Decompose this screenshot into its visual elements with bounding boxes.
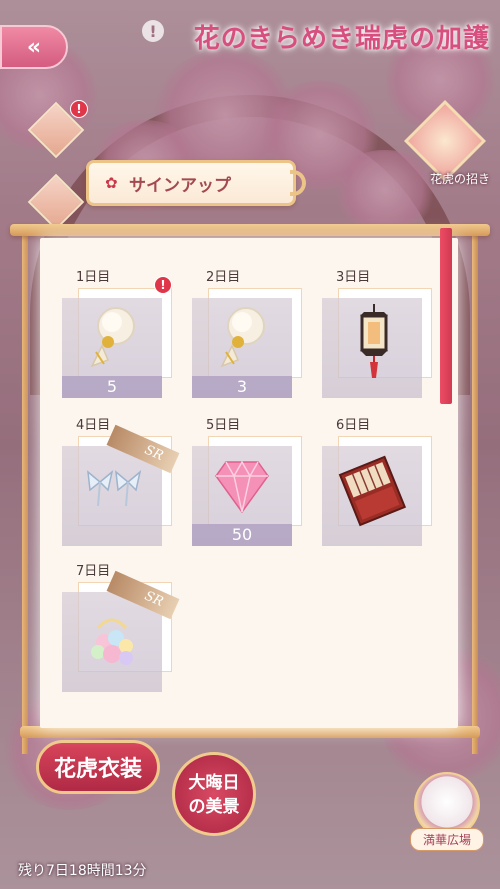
day-label: 5日目 (206, 418, 241, 433)
side-alert-icon: ! (70, 100, 88, 118)
frame-border (22, 234, 28, 754)
back-button[interactable]: « (0, 25, 68, 69)
event-title: 花のきらめき瑞虎の加護 (193, 24, 490, 54)
signin-panel: 1日目 5 ! 2日目 3 3日目 4日目 SR 5日目 50 6日目 7日目 … (40, 238, 458, 728)
reward-count: 3 (192, 376, 292, 398)
frame-border (10, 224, 490, 236)
claim-alert-icon: ! (154, 276, 172, 294)
reward-card-day4[interactable]: SR (62, 424, 180, 546)
day-label: 7日目 (76, 564, 111, 579)
new-year-label-line2: の美景 (188, 797, 240, 817)
signin-title: サインアップ (129, 175, 231, 196)
butterfly-earrings-icon (87, 470, 142, 507)
reward-card-day5[interactable]: 50 (192, 436, 302, 546)
new-year-label-line1: 大晦日 (188, 773, 240, 793)
reward-card-day1[interactable]: 5 ! (62, 276, 172, 398)
day-label: 4日目 (76, 418, 111, 433)
reward-card-day6[interactable] (322, 436, 432, 546)
scrollbar[interactable] (440, 228, 452, 404)
tiger-costume-button[interactable]: 花虎衣装 (36, 740, 160, 794)
day-label: 6日目 (336, 418, 371, 433)
day-label: 1日目 (76, 270, 111, 285)
white-tassel-icon (220, 307, 265, 368)
back-arrow-icon: « (26, 34, 42, 60)
folding-screen-icon (338, 455, 407, 527)
tiger-invite-label: 花虎の招き (429, 172, 490, 186)
lantern-icon (360, 304, 388, 378)
flower-icon: ✿ (105, 174, 118, 192)
time-remaining: 残り7日18時間13分 (18, 863, 147, 879)
new-year-scenery-button[interactable]: 大晦日 の美景 (172, 752, 256, 836)
pastel-flower-ornament-icon (91, 618, 133, 665)
signin-title-tab: ✿ サインアップ (86, 160, 296, 206)
reward-count: 50 (192, 524, 292, 546)
reward-count: 5 (62, 376, 162, 398)
white-tassel-icon (90, 307, 135, 368)
reward-card-day3[interactable] (322, 288, 432, 398)
info-alert-icon[interactable]: ! (142, 20, 164, 42)
reward-card-day2[interactable]: 3 (192, 288, 302, 398)
pink-diamond-icon (215, 460, 269, 514)
reward-card-day7[interactable]: SR (62, 570, 180, 692)
plaza-label: 満華広場 (410, 828, 484, 851)
day-label: 3日目 (336, 270, 371, 285)
plaza-button[interactable]: 満華広場 (410, 772, 484, 860)
day-label: 2日目 (206, 270, 241, 285)
frame-border (472, 234, 478, 754)
